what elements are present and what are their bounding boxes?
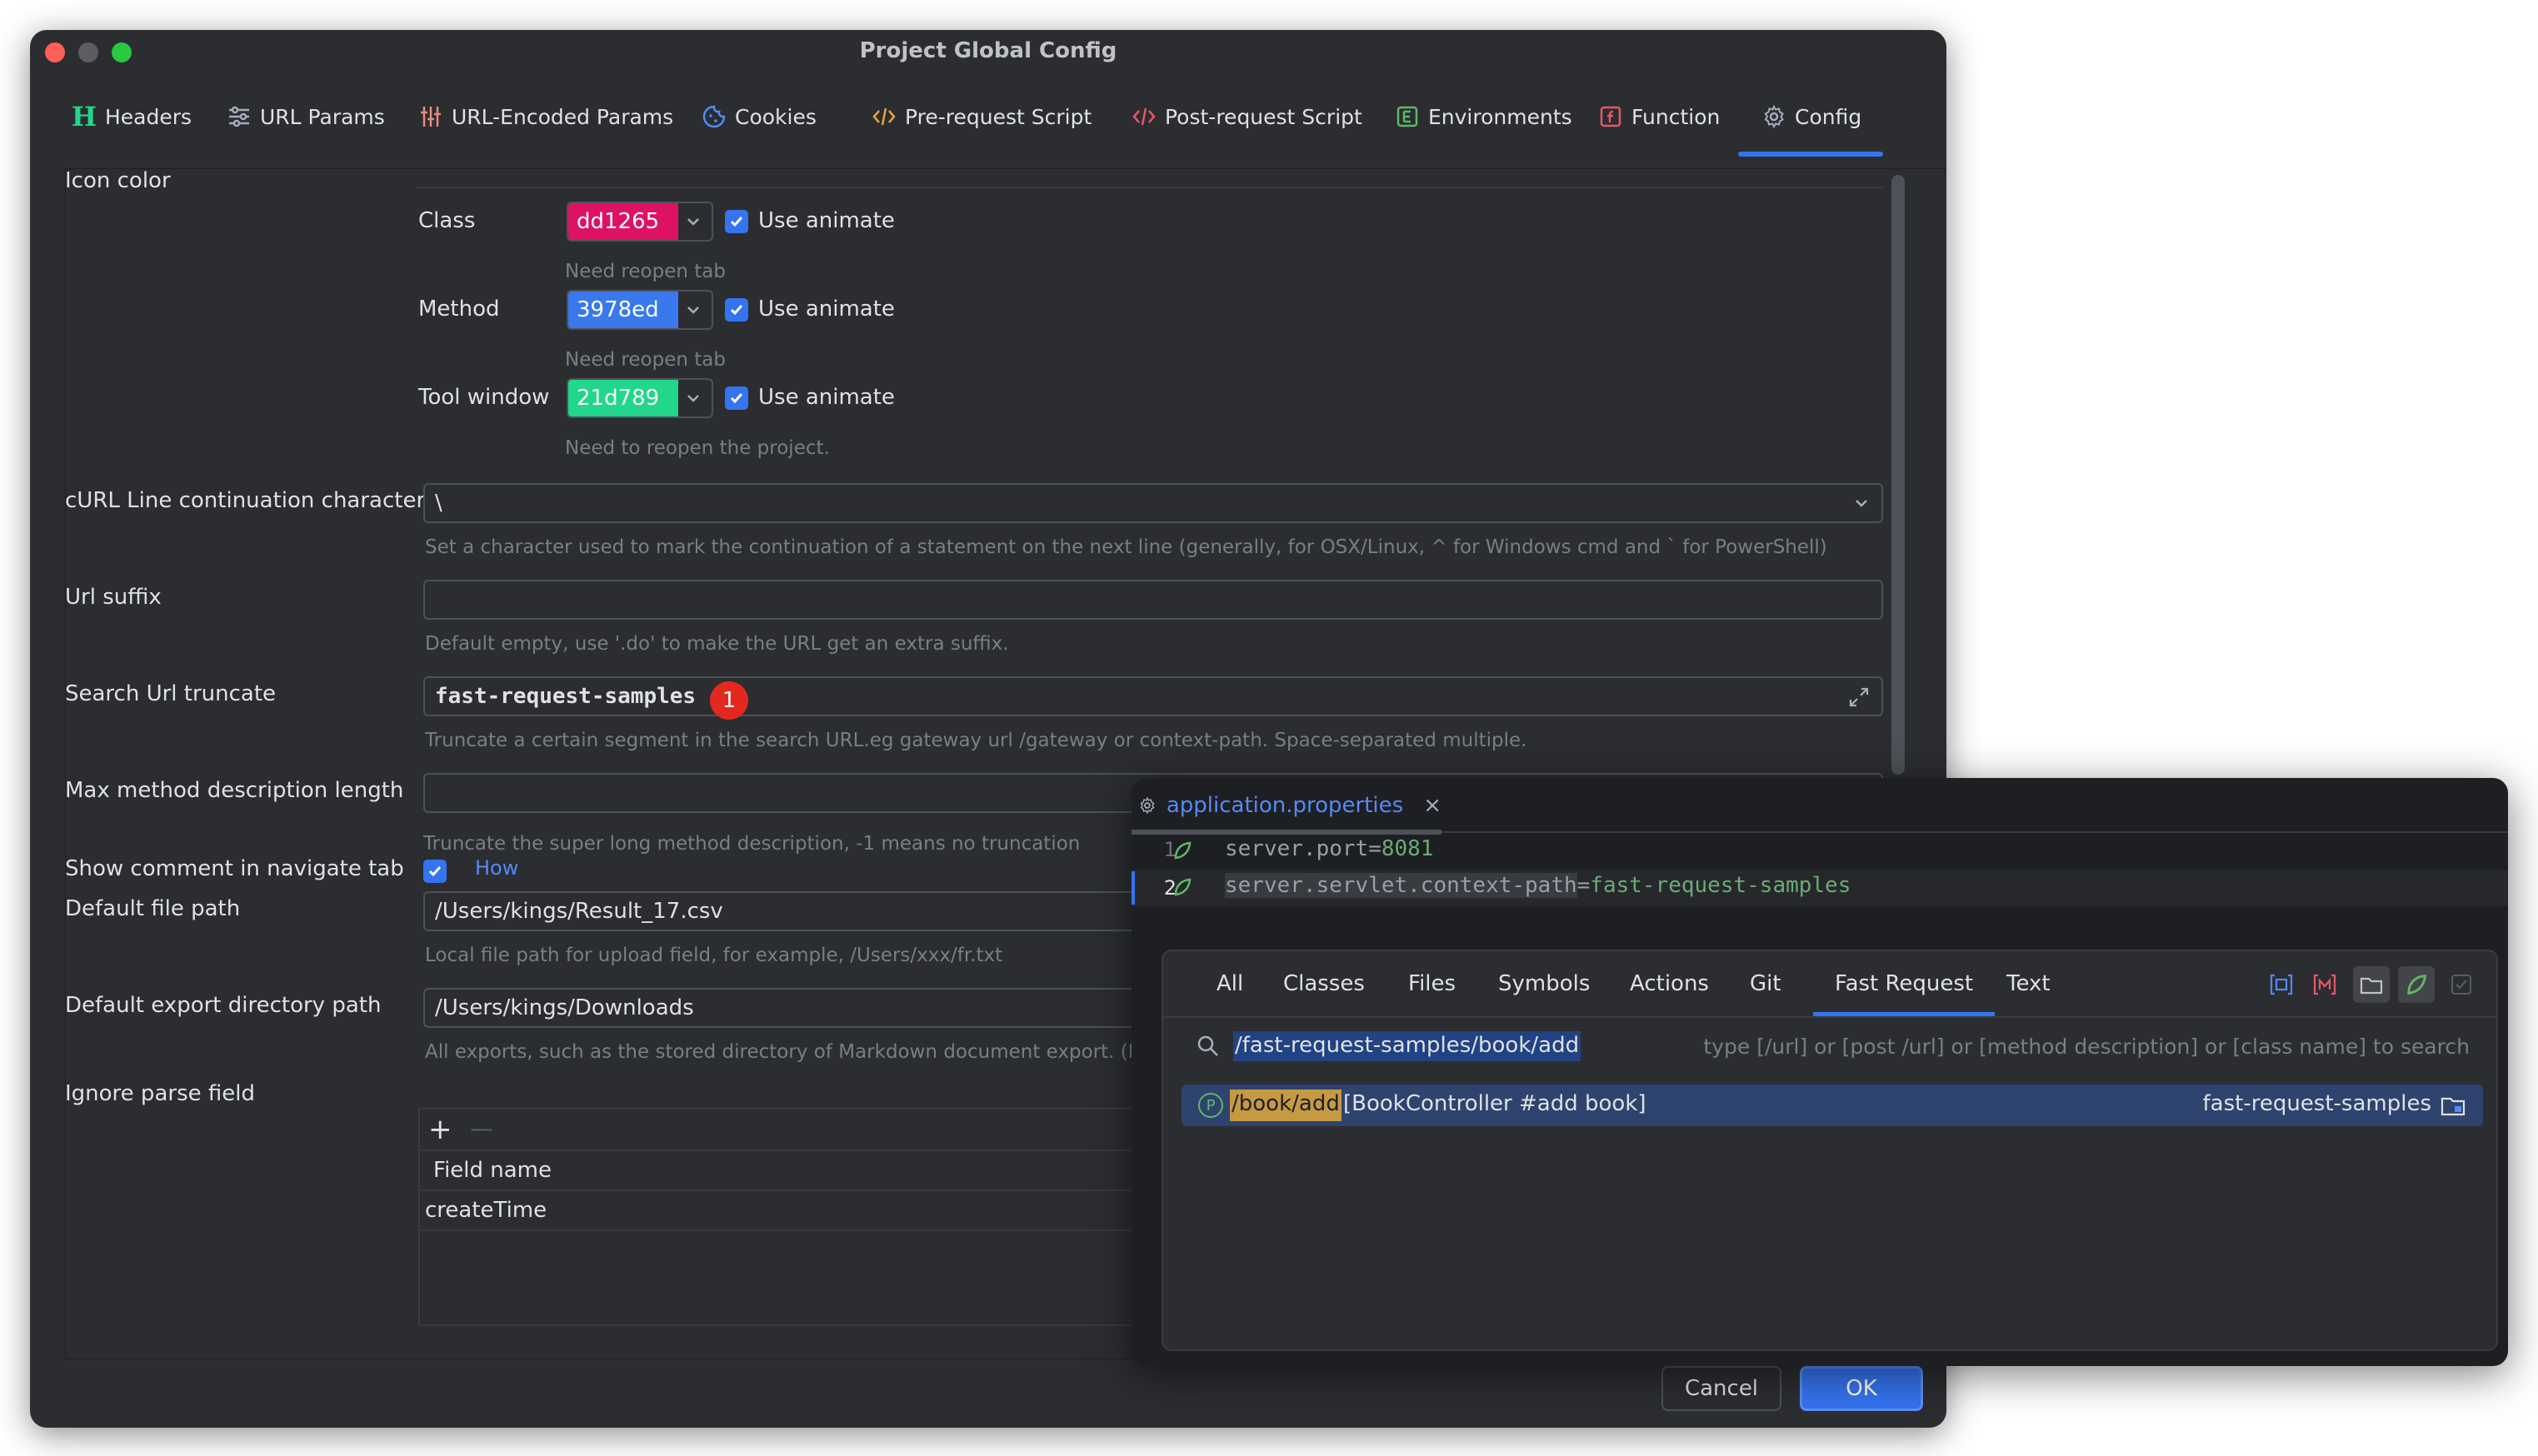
curl-hint: Set a character used to mark the continu… xyxy=(425,536,1827,558)
check-icon xyxy=(730,393,743,404)
method-color-select[interactable]: 3978ed xyxy=(567,290,713,330)
default-file-path-label: Default file path xyxy=(65,896,241,921)
class-animate-checkbox[interactable] xyxy=(725,210,748,233)
class-filter-icon[interactable] xyxy=(2268,971,2295,998)
search-tab-classes[interactable]: Classes xyxy=(1283,951,1365,1016)
post-method-badge: P xyxy=(1198,1093,1223,1118)
chevron-down-icon xyxy=(687,218,699,226)
close-tab-icon[interactable]: × xyxy=(1423,793,1441,818)
module-filter-button[interactable] xyxy=(2353,966,2390,1003)
url-suffix-label: Url suffix xyxy=(65,585,162,610)
class-color-select[interactable]: dd1265 xyxy=(567,202,713,242)
icon-color-label: Icon color xyxy=(65,168,171,193)
show-comment-label: Show comment in navigate tab xyxy=(65,856,404,881)
search-input[interactable]: /fast-request-samples/book/add xyxy=(1233,1031,1581,1061)
class-animate-label: Use animate xyxy=(758,208,895,233)
curl-value: \ xyxy=(435,491,442,516)
folder-icon xyxy=(2360,977,2383,995)
caret-marker xyxy=(1132,871,1135,905)
tool-window-animate-checkbox[interactable] xyxy=(725,386,748,410)
search-tab-actions[interactable]: Actions xyxy=(1630,951,1709,1016)
search-placeholder-hint: type [/url] or [post /url] or [method de… xyxy=(1703,1035,2470,1059)
search-tab-git[interactable]: Git xyxy=(1750,951,1781,1016)
chevron-down-icon xyxy=(687,307,699,314)
url-suffix-hint: Default empty, use '.do' to make the URL… xyxy=(425,633,1009,655)
panel-scrollbar[interactable] xyxy=(1891,175,1905,775)
search-tab-fast-request[interactable]: Fast Request xyxy=(1812,951,1996,1016)
curl-continuation-select[interactable]: \ xyxy=(423,483,1883,523)
editor-tab-application-properties[interactable]: application.properties × xyxy=(1132,778,1441,835)
method-label: Method xyxy=(418,297,500,322)
check-icon xyxy=(730,305,743,316)
tool-window-animate-label: Use animate xyxy=(758,385,895,410)
search-tab-text[interactable]: Text xyxy=(2006,951,2051,1016)
search-tab-symbols[interactable]: Symbols xyxy=(1498,951,1590,1016)
active-tab-indicator xyxy=(1132,830,1441,835)
how-link[interactable]: How xyxy=(475,856,518,880)
chevron-down-icon xyxy=(1856,500,1867,507)
url-suffix-input[interactable] xyxy=(423,580,1883,620)
search-url-truncate-input[interactable]: fast-request-samples xyxy=(423,676,1883,716)
class-color-swatch: dd1265 xyxy=(568,203,678,240)
editor-tab-label: application.properties xyxy=(1166,793,1404,818)
gear-icon xyxy=(1140,796,1155,815)
remove-row-button[interactable]: — xyxy=(470,1114,493,1142)
check-icon xyxy=(730,217,743,227)
code-line-2: server.servlet.context-path=fast-request… xyxy=(1225,873,1851,898)
result-description: [BookController #add book] xyxy=(1343,1091,1646,1116)
ok-button[interactable]: OK xyxy=(1800,1366,1923,1411)
method-hint: Need reopen tab xyxy=(565,349,726,371)
search-icon xyxy=(1197,1035,1218,1056)
spring-leaf-icon xyxy=(1174,841,1192,860)
cancel-button[interactable]: Cancel xyxy=(1661,1366,1781,1411)
curl-label: cURL Line continuation character xyxy=(65,488,426,513)
module-folder-icon xyxy=(2441,1097,2466,1116)
search-tabs-divider xyxy=(1163,1016,2496,1018)
class-label: Class xyxy=(418,208,476,233)
search-tab-files[interactable]: Files xyxy=(1408,951,1456,1016)
checkbox-filter-icon[interactable] xyxy=(2450,973,2473,996)
search-url-truncate-hint: Truncate a certain segment in the search… xyxy=(425,730,1527,751)
tool-window-hint: Need to reopen the project. xyxy=(565,437,830,459)
search-tab-all[interactable]: All xyxy=(1217,951,1243,1016)
result-module: fast-request-samples xyxy=(2202,1091,2432,1116)
search-panel: All Classes Files Symbols Actions Git Fa… xyxy=(1162,950,2498,1351)
annotation-badge: 1 xyxy=(710,681,748,720)
method-color-swatch: 3978ed xyxy=(568,292,678,328)
search-everywhere-popup: application.properties × 1 server.port=8… xyxy=(1132,778,2508,1366)
add-row-button[interactable]: + xyxy=(428,1113,452,1146)
show-comment-checkbox[interactable] xyxy=(423,860,447,883)
ignore-parse-field-label: Ignore parse field xyxy=(65,1081,255,1106)
chevron-down-icon xyxy=(687,395,699,402)
search-result-item[interactable]: P /book/add [BookController #add book] f… xyxy=(1182,1085,2483,1126)
tool-window-color-swatch: 21d789 xyxy=(568,380,678,416)
default-export-dir-hint: All exports, such as the stored director… xyxy=(425,1041,1145,1063)
spring-filter-button[interactable] xyxy=(2398,966,2435,1003)
spring-leaf-icon xyxy=(2407,975,2426,995)
method-animate-checkbox[interactable] xyxy=(725,298,748,322)
code-line-1: server.port=8081 xyxy=(1225,836,1434,861)
default-file-path-hint: Local file path for upload field, for ex… xyxy=(425,945,1003,966)
spring-leaf-icon xyxy=(1174,878,1192,896)
tool-window-label: Tool window xyxy=(418,385,550,410)
editor-tab-bar: application.properties × xyxy=(1132,778,2508,835)
method-filter-icon[interactable] xyxy=(2311,971,2338,998)
class-hint: Need reopen tab xyxy=(565,261,726,282)
check-icon xyxy=(428,866,442,877)
max-method-desc-hint: Truncate the super long method descripti… xyxy=(423,833,1081,855)
result-path: /book/add xyxy=(1230,1090,1341,1121)
search-url-truncate-value: fast-request-samples xyxy=(435,684,697,709)
method-animate-label: Use animate xyxy=(758,297,895,322)
tool-window-color-select[interactable]: 21d789 xyxy=(567,378,713,418)
max-method-desc-label: Max method description length xyxy=(65,778,404,803)
expand-icon[interactable] xyxy=(1846,685,1871,710)
search-url-truncate-label: Search Url truncate xyxy=(65,681,277,706)
divider xyxy=(417,187,1883,188)
default-export-dir-label: Default export directory path xyxy=(65,993,382,1018)
